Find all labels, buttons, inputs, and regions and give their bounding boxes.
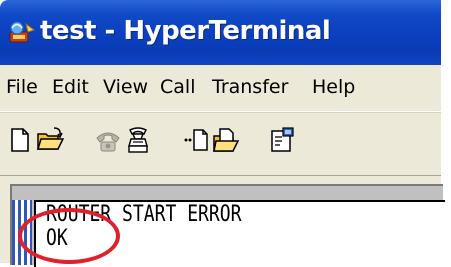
- toolbar: [0, 112, 441, 167]
- menu-transfer[interactable]: Transfer: [212, 76, 288, 98]
- menu-call[interactable]: Call: [160, 76, 195, 98]
- menu-file[interactable]: File: [6, 76, 38, 98]
- menu-edit[interactable]: Edit: [52, 76, 89, 98]
- hyperterminal-app-icon: [6, 20, 36, 46]
- properties-icon[interactable]: [268, 126, 296, 154]
- toolbar-separator: [0, 167, 441, 176]
- disconnect-phone-icon[interactable]: [124, 126, 152, 154]
- menu-view[interactable]: View: [103, 76, 148, 98]
- open-folder-icon[interactable]: [36, 126, 65, 154]
- dial-phone-icon[interactable]: [94, 126, 122, 154]
- new-document-icon[interactable]: [6, 126, 34, 154]
- red-circle-annotation: [18, 208, 120, 264]
- menu-bar: File Edit View Call Transfer Help: [0, 65, 441, 112]
- hyperterminal-window: test - HyperTerminal File Edit View Call…: [0, 0, 451, 267]
- menu-help[interactable]: Help: [312, 76, 355, 98]
- window-title: test - HyperTerminal: [40, 16, 331, 46]
- receive-file-icon[interactable]: [212, 126, 240, 154]
- send-file-icon[interactable]: [182, 126, 210, 154]
- title-bar[interactable]: test - HyperTerminal: [0, 0, 441, 65]
